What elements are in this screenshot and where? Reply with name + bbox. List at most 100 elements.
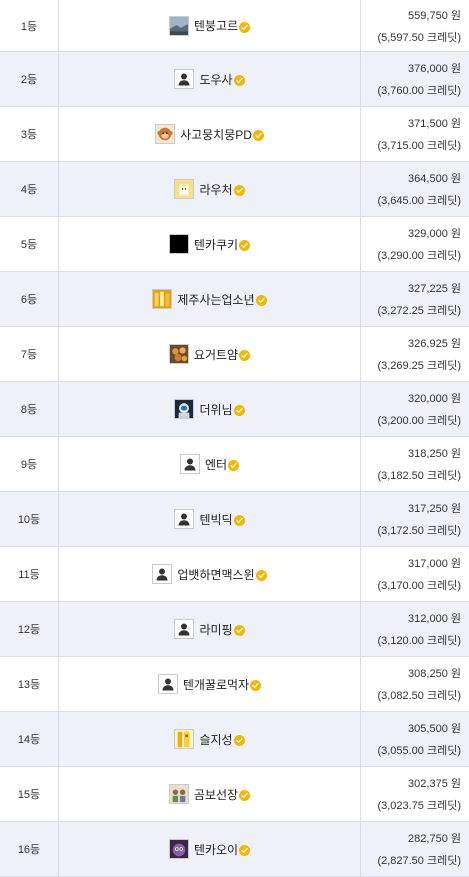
amount-credit: (3,182.50 크레딧) <box>377 470 461 482</box>
rank-cell: 11등 <box>0 547 59 601</box>
amount-credit: (3,023.75 크레딧) <box>377 800 461 812</box>
ranking-table: 1등 텐붕고르 559,750 원 (5,597.50 크레딧) 2등 도우사 376,00… <box>0 0 469 877</box>
default-user-icon <box>174 509 195 529</box>
username[interactable]: 사고뭉치뭉PD <box>180 126 252 143</box>
username[interactable]: 라우처 <box>199 181 232 198</box>
amount-credit: (3,170.00 크레딧) <box>377 580 461 592</box>
user-cell[interactable]: 텐붕고르 <box>59 0 361 51</box>
user-cell[interactable]: 곰보선장 <box>59 767 361 821</box>
table-row: 7등 요거트얌 326,925 원 (3,269.25 크레딧) <box>0 327 469 382</box>
user-cell[interactable]: 엔터 <box>59 437 361 491</box>
monkey-icon <box>155 124 176 144</box>
amount-won: 364,500 원 <box>408 173 461 185</box>
user-cell[interactable]: 사고뭉치뭉PD <box>59 107 361 161</box>
username[interactable]: 텐카오이 <box>194 841 238 858</box>
user-cell[interactable]: 업뱃하면맥스윈 <box>59 547 361 601</box>
amount-won: 371,500 원 <box>408 118 461 130</box>
amount-won: 326,925 원 <box>408 338 461 350</box>
astronaut-icon <box>174 399 195 419</box>
verified-badge-icon <box>228 460 240 471</box>
amount-credit: (3,269.25 크레딧) <box>377 360 461 372</box>
amount-won: 320,000 원 <box>408 393 461 405</box>
user-cell[interactable]: 라미핑 <box>59 602 361 656</box>
verified-badge-icon <box>239 845 251 856</box>
user-cell[interactable]: 텐개꿀로먹자 <box>59 657 361 711</box>
username[interactable]: 도우사 <box>199 71 232 88</box>
username[interactable]: 요거트얌 <box>194 346 238 363</box>
amount-credit: (3,290.00 크레딧) <box>377 250 461 262</box>
username[interactable]: 엔터 <box>205 456 227 473</box>
username[interactable]: 곰보선장 <box>194 786 238 803</box>
verified-badge-icon <box>233 625 245 636</box>
table-row: 8등 더위님 320,000 원 (3,200.00 크레딧) <box>0 382 469 437</box>
table-row: 15등 곰보선장 302,375 원 (3,023.75 크레딧) <box>0 767 469 822</box>
username[interactable]: 텐붕고르 <box>194 17 238 34</box>
amount-credit: (3,200.00 크레딧) <box>377 415 461 427</box>
gold-statue-icon <box>174 729 195 749</box>
table-row: 10등 텐빅딕 317,250 원 (3,172.50 크레딧) <box>0 492 469 547</box>
amount-credit: (5,597.50 크레딧) <box>377 31 461 44</box>
table-row: 5등 텐카쿠키 329,000 원 (3,290.00 크레딧) <box>0 217 469 272</box>
food-photo-icon <box>168 344 189 364</box>
verified-badge-icon <box>250 680 262 691</box>
username[interactable]: 텐카쿠키 <box>194 236 238 253</box>
amount-credit: (3,120.00 크레딧) <box>377 635 461 647</box>
amount-cell: 559,750 원 (5,597.50 크레딧) <box>361 0 469 51</box>
username[interactable]: 라미핑 <box>199 621 232 638</box>
user-cell[interactable]: 라우처 <box>59 162 361 216</box>
amount-cell: 282,750 원 (2,827.50 크레딧) <box>361 822 469 876</box>
amount-won: 302,375 원 <box>408 778 461 790</box>
user-cell[interactable]: 슬지성 <box>59 712 361 766</box>
amount-credit: (3,082.50 크레딧) <box>377 690 461 702</box>
amount-cell: 318,250 원 (3,182.50 크레딧) <box>361 437 469 491</box>
amount-cell: 317,000 원 (3,170.00 크레딧) <box>361 547 469 601</box>
amount-credit: (3,715.00 크레딧) <box>377 140 461 152</box>
amount-won: 317,000 원 <box>408 558 461 570</box>
user-cell[interactable]: 제주사는업소년 <box>59 272 361 326</box>
rank-cell: 9등 <box>0 437 59 491</box>
rank-cell: 2등 <box>0 52 59 106</box>
username[interactable]: 더위님 <box>199 401 232 418</box>
username[interactable]: 슬지성 <box>199 731 232 748</box>
rank-cell: 1등 <box>0 0 59 51</box>
verified-badge-icon <box>233 515 245 526</box>
purple-creature-icon <box>168 839 189 859</box>
character-photo-icon <box>168 784 189 804</box>
landscape-photo-icon <box>168 15 189 36</box>
amount-cell: 305,500 원 (3,055.00 크레딧) <box>361 712 469 766</box>
user-cell[interactable]: 도우사 <box>59 52 361 106</box>
table-row: 11등 업뱃하면맥스윈 317,000 원 (3,170.00 크레딧) <box>0 547 469 602</box>
user-cell[interactable]: 텐빅딕 <box>59 492 361 546</box>
amount-won: 312,000 원 <box>408 613 461 625</box>
username[interactable]: 텐개꿀로먹자 <box>183 676 249 693</box>
rank-cell: 7등 <box>0 327 59 381</box>
rank-cell: 3등 <box>0 107 59 161</box>
user-cell[interactable]: 요거트얌 <box>59 327 361 381</box>
default-user-icon <box>152 564 173 584</box>
table-row: 6등 제주사는업소년 327,225 원 (3,272.25 크레딧) <box>0 272 469 327</box>
table-row: 16등 텐카오이 282,750 원 (2,827.50 크레딧) <box>0 822 469 877</box>
amount-won: 329,000 원 <box>408 228 461 240</box>
user-cell[interactable]: 텐카오이 <box>59 822 361 876</box>
username[interactable]: 텐빅딕 <box>199 511 232 528</box>
amount-cell: 371,500 원 (3,715.00 크레딧) <box>361 107 469 161</box>
amount-won: 282,750 원 <box>408 833 461 845</box>
default-user-icon <box>174 619 195 639</box>
amount-won: 376,000 원 <box>408 63 461 75</box>
user-cell[interactable]: 텐카쿠키 <box>59 217 361 271</box>
username[interactable]: 업뱃하면맥스윈 <box>177 566 254 583</box>
verified-badge-icon <box>233 75 245 86</box>
username[interactable]: 제주사는업소년 <box>177 291 254 308</box>
table-row: 12등 라미핑 312,000 원 (3,120.00 크레딧) <box>0 602 469 657</box>
amount-won: 318,250 원 <box>408 448 461 460</box>
amount-credit: (2,827.50 크레딧) <box>377 855 461 867</box>
amount-won: 308,250 원 <box>408 668 461 680</box>
table-row: 14등 슬지성 305,500 원 (3,055.00 크레딧) <box>0 712 469 767</box>
rank-cell: 13등 <box>0 657 59 711</box>
table-row: 13등 텐개꿀로먹자 308,250 원 (3,082.50 크레딧) <box>0 657 469 712</box>
rank-cell: 10등 <box>0 492 59 546</box>
user-cell[interactable]: 더위님 <box>59 382 361 436</box>
rank-cell: 12등 <box>0 602 59 656</box>
amount-credit: (3,272.25 크레딧) <box>377 305 461 317</box>
amount-credit: (3,760.00 크레딧) <box>377 85 461 97</box>
